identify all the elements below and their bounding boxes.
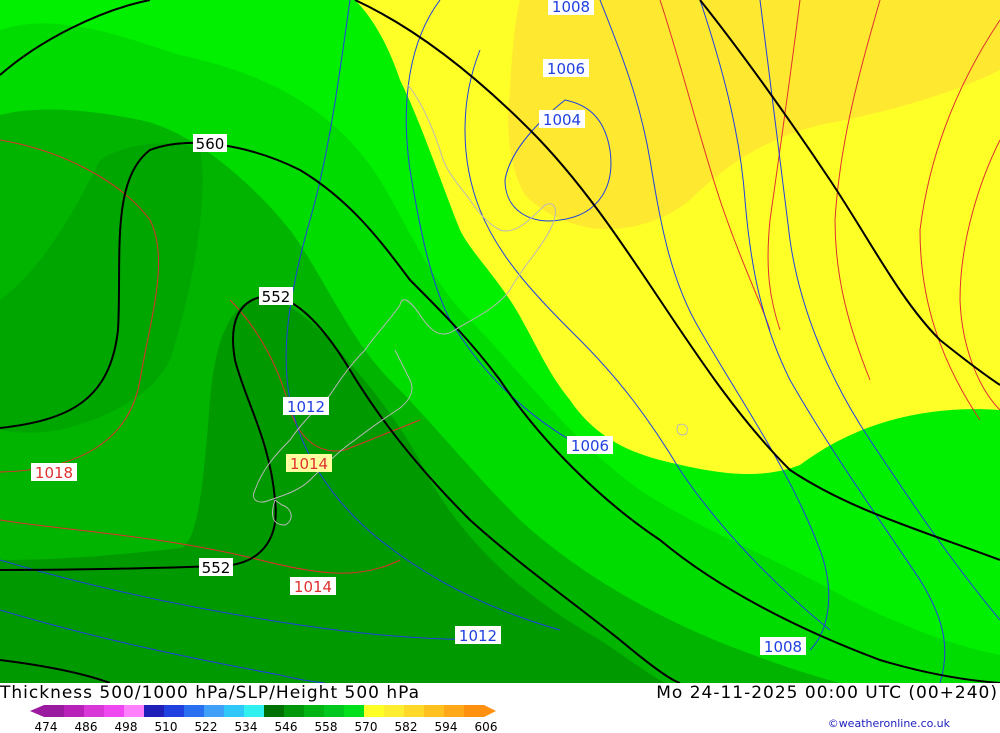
- legend-swatch: [84, 705, 104, 717]
- label-1012-north: 1012: [283, 397, 329, 416]
- label-552-south: 552: [199, 558, 233, 577]
- legend-tick-label: 474: [35, 720, 58, 733]
- legend-tick-label: 534: [235, 720, 258, 733]
- legend-swatch: [64, 705, 84, 717]
- svg-text:1008: 1008: [764, 638, 802, 656]
- legend-tick-label: 558: [315, 720, 338, 733]
- legend-swatch: [124, 705, 144, 717]
- label-1006-top: 1006: [543, 59, 589, 78]
- legend-swatch: [224, 705, 244, 717]
- legend-tick-label: 522: [195, 720, 218, 733]
- label-1014-south: 1014: [290, 577, 336, 596]
- svg-text:1006: 1006: [547, 60, 585, 78]
- legend-tick-label: 594: [435, 720, 458, 733]
- svg-text:1006: 1006: [571, 437, 609, 455]
- legend-swatch: [144, 705, 164, 717]
- legend-swatch: [264, 705, 284, 717]
- weather-map-screen: 1008 1006 1004 1006 1012 1012 1008 1018 …: [0, 0, 1000, 733]
- label-1014-north: 1014: [286, 454, 332, 473]
- label-1004: 1004: [539, 110, 585, 129]
- legend-swatch: [284, 705, 304, 717]
- legend-tick-label: 582: [395, 720, 418, 733]
- legend-arrow-left: [30, 705, 44, 717]
- svg-text:1014: 1014: [294, 578, 332, 596]
- legend-tick-label: 498: [115, 720, 138, 733]
- legend-arrow-right: [484, 705, 496, 717]
- svg-text:1014: 1014: [290, 455, 328, 473]
- legend-tick-label: 570: [355, 720, 378, 733]
- legend-tick-label: 606: [475, 720, 498, 733]
- svg-text:1018: 1018: [35, 464, 73, 482]
- svg-text:560: 560: [196, 135, 225, 153]
- svg-text:1012: 1012: [287, 398, 325, 416]
- legend-swatch: [344, 705, 364, 717]
- legend-swatch: [404, 705, 424, 717]
- svg-text:552: 552: [202, 559, 231, 577]
- footer: Thickness 500/1000 hPa/SLP/Height 500 hP…: [0, 683, 1000, 733]
- label-1008-bottom: 1008: [760, 637, 806, 656]
- legend-swatch: [384, 705, 404, 717]
- svg-text:1008: 1008: [552, 0, 590, 16]
- label-1008-top: 1008: [548, 0, 594, 16]
- legend-tick-label: 486: [75, 720, 98, 733]
- color-legend: 474 486 498 510 522 534 546 558 570 582 594 606: [30, 705, 498, 733]
- legend-swatch: [364, 705, 384, 717]
- legend-swatch: [304, 705, 324, 717]
- legend-swatch: [244, 705, 264, 717]
- valid-time: Mo 24-11-2025 00:00 UTC (00+240): [656, 683, 998, 703]
- label-1018: 1018: [31, 463, 77, 482]
- legend-swatch: [424, 705, 444, 717]
- legend-tick-label: 510: [155, 720, 178, 733]
- label-552-north: 552: [259, 287, 293, 306]
- label-560: 560: [193, 134, 227, 153]
- svg-text:1004: 1004: [543, 111, 581, 129]
- legend-swatch: [324, 705, 344, 717]
- legend-swatch: [204, 705, 224, 717]
- legend-swatch: [464, 705, 484, 717]
- legend-tick-label: 546: [275, 720, 298, 733]
- credit-link[interactable]: ©weatheronline.co.uk: [828, 717, 950, 730]
- svg-text:552: 552: [262, 288, 291, 306]
- label-1006-mid: 1006: [567, 436, 613, 455]
- legend-swatch: [44, 705, 64, 717]
- svg-text:1012: 1012: [459, 627, 497, 645]
- legend-swatch: [444, 705, 464, 717]
- legend-swatch: [184, 705, 204, 717]
- label-1012-south: 1012: [455, 626, 501, 645]
- legend-swatch: [104, 705, 124, 717]
- thickness-map: 1008 1006 1004 1006 1012 1012 1008 1018 …: [0, 0, 1000, 683]
- chart-title: Thickness 500/1000 hPa/SLP/Height 500 hP…: [0, 683, 421, 703]
- legend-swatch: [164, 705, 184, 717]
